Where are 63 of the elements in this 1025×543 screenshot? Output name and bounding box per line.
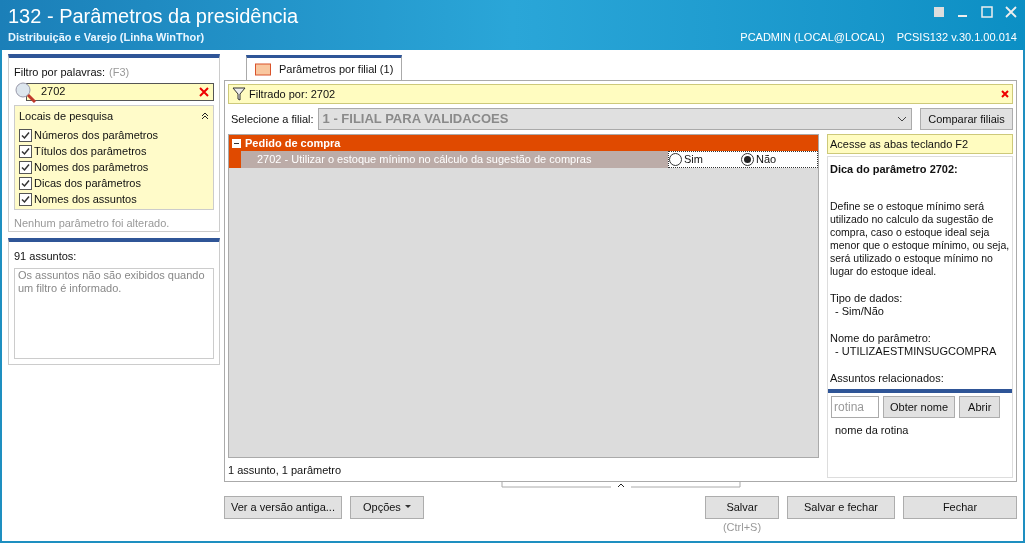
summary-text: 1 assunto, 1 parâmetro (228, 462, 343, 478)
save-close-button[interactable]: Salvar e fechar (787, 495, 895, 519)
tip-heading: Tipo de dados: (830, 291, 904, 305)
chevron-down-icon (897, 116, 907, 122)
location-option[interactable]: Nomes dos parâmetros (34, 159, 149, 176)
collapse-icon[interactable] (201, 111, 209, 120)
routine-name: nome da rotina (834, 423, 910, 438)
tip-text: Define se o estoque mínimo será utilizado no calculo da sugestão de compra, caso o estoque ideal seja menor que o estoque mínimo, ou seja, será utilizado o estoque mínimo no lugar do estoque ideal. (830, 199, 1010, 278)
tab[interactable]: Parâmetros por filial (1) (246, 55, 403, 80)
location-option[interactable]: Títulos dos parâmetros (34, 143, 147, 160)
checkbox[interactable] (19, 129, 32, 142)
location-option[interactable]: Nomes dos assuntos (34, 191, 137, 208)
close-button[interactable]: Fechar (903, 495, 1017, 519)
window-title: 132 - Parâmetros da presidência (8, 4, 299, 29)
location-option[interactable]: Números dos parâmetros (34, 127, 159, 144)
tip-title: Dica do parâmetro 2702: (830, 162, 959, 177)
compare-button[interactable]: Comparar filiais (920, 108, 1013, 130)
option-label[interactable]: Sim (684, 151, 703, 168)
status-text: Nenhum parâmetro foi alterado. (14, 216, 171, 231)
tip-value: - Sim/Não (834, 304, 885, 318)
checkbox[interactable] (19, 193, 32, 206)
checkbox[interactable] (19, 177, 32, 190)
shortcut-hint: (F3) (109, 65, 130, 80)
branch-label: Selecione a filial: (231, 111, 314, 127)
subjects-list: Os assuntos não são exibidos quando um filtro é informado. (14, 267, 214, 359)
hint-bar: Acesse as abas teclando F2 (827, 134, 1013, 154)
open-button[interactable]: Abrir (959, 396, 1001, 418)
options-button[interactable]: Opções (349, 495, 424, 519)
group-header[interactable]: Pedido de compra (229, 135, 818, 151)
filter-text: Filtrado por: 2702 (249, 86, 337, 102)
clear-filter-icon[interactable] (1001, 90, 1009, 98)
close-icon[interactable] (1005, 6, 1017, 18)
maximize-icon[interactable] (981, 6, 993, 18)
radio-button[interactable] (741, 153, 754, 166)
option-label[interactable]: Não (756, 151, 777, 168)
save-button[interactable]: Salvar (705, 495, 779, 519)
tip-heading: Nome do parâmetro: (830, 331, 932, 345)
restore-icon[interactable] (933, 6, 945, 18)
save-shortcut: (Ctrl+S) (722, 519, 762, 535)
search-field[interactable]: 2702 (26, 82, 214, 101)
funnel-icon (232, 87, 246, 101)
caret-icon (404, 505, 411, 509)
window-subtitle: Distribuição e Varejo (Linha WinThor) (8, 30, 205, 45)
tip-heading: Assuntos relacionados: (830, 371, 945, 385)
expand-toggle-icon[interactable] (232, 138, 241, 148)
parameter-title: 2702 - Utilizar o estoque mínimo no cálculo da sugestão de compras (241, 151, 668, 168)
checkbox[interactable] (19, 145, 32, 158)
locations-title: Locais de pesquisa (19, 108, 114, 124)
get-name-button[interactable]: Obter nome (883, 396, 956, 418)
clear-icon[interactable] (199, 86, 209, 97)
user-label: PCADMIN (LOCAL@LOCAL) (740, 30, 885, 45)
search-icon (14, 80, 38, 103)
version-label: PCSIS132 v.30.1.00.014 (896, 30, 1017, 45)
filter-label: Filtro por palavras: (14, 65, 106, 80)
radio-button[interactable] (669, 153, 682, 166)
subjects-count: 91 assuntos: (14, 249, 78, 264)
collapse-handle-icon[interactable] (500, 481, 741, 489)
tip-value: - UTILIZAESTMINSUGCOMPRA (834, 344, 998, 358)
checkbox[interactable] (19, 161, 32, 174)
location-option[interactable]: Dicas dos parâmetros (34, 175, 141, 192)
routine-field[interactable]: rotina (831, 396, 879, 418)
folder-icon (255, 62, 271, 76)
old-version-button[interactable]: Ver a versão antiga... (224, 495, 342, 519)
